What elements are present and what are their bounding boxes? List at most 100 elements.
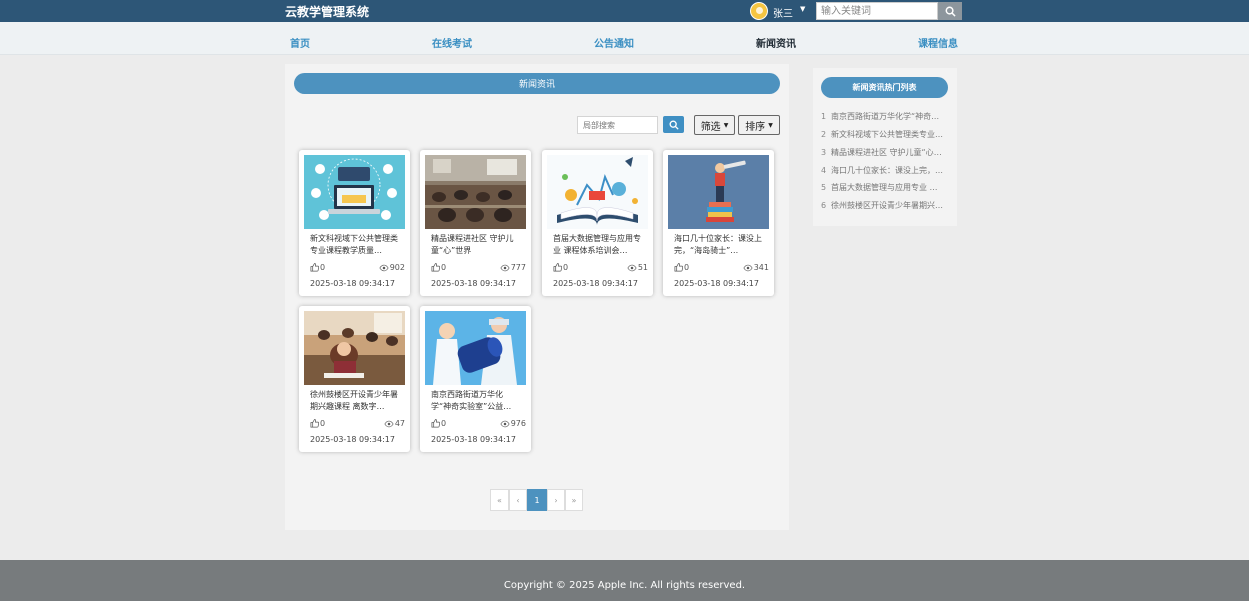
view-count-value: 902 (389, 263, 405, 272)
main-nav: 首页 在线考试 公告通知 新闻资讯 课程信息 (0, 22, 1249, 55)
news-card-image[interactable] (304, 155, 405, 229)
news-card[interactable]: 首届大数据管理与应用专业 课程体系培训会… 0 51 2025-03-18 09… (542, 150, 653, 296)
search-icon (669, 120, 679, 130)
view-count: 51 (627, 263, 648, 272)
view-count-value: 976 (510, 419, 526, 428)
news-card-title[interactable]: 新文科视域下公共管理类专业课程教学质量… (310, 233, 402, 257)
news-card-date: 2025-03-18 09:34:17 (431, 279, 516, 288)
chevron-down-icon: ▼ (768, 121, 773, 129)
news-card-image[interactable] (425, 311, 526, 385)
eye-icon (743, 264, 753, 271)
global-search-button[interactable] (938, 2, 962, 20)
news-card[interactable]: 精品课程进社区 守护儿童“心”世界 0 777 2025-03-18 09:34… (420, 150, 531, 296)
top-bar: 云教学管理系统 张三 ▼ (0, 0, 1249, 22)
like-count-value: 0 (320, 419, 326, 428)
news-card[interactable]: 南京西路街道万华化学“神奇实验室”公益… 0 976 2025-03-18 09… (420, 306, 531, 452)
hot-news-rank: 1 (821, 112, 827, 121)
sort-label: 排序 (745, 121, 766, 133)
news-card-title[interactable]: 首届大数据管理与应用专业 课程体系培训会… (553, 233, 645, 257)
eye-icon (627, 264, 637, 271)
hot-news-rank: 2 (821, 130, 827, 139)
chevron-down-icon: ▼ (723, 121, 729, 129)
thumbs-up-icon (431, 263, 440, 272)
hot-news-rank: 5 (821, 183, 827, 192)
nav-item-courses[interactable]: 课程信息 (918, 35, 958, 50)
hot-news-text: 精品课程进社区 守护儿童“心”世界 (831, 148, 945, 157)
hot-news-panel: 新闻资讯热门列表 1 南京西路街道万华化学“神奇实验室”公益… 2 新文科视域下公共… (813, 68, 957, 226)
hot-news-item[interactable]: 1 南京西路街道万华化学“神奇实验室”公益… (821, 111, 945, 122)
hot-news-text: 新文科视域下公共管理类专业课程教学质量… (831, 130, 945, 139)
like-count[interactable]: 0 (553, 263, 568, 272)
hot-news-rank: 4 (821, 166, 827, 175)
like-count[interactable]: 0 (310, 263, 325, 272)
section-title: 新闻资讯 (294, 73, 780, 94)
hot-news-item[interactable]: 3 精品课程进社区 守护儿童“心”世界 (821, 147, 945, 158)
view-count: 341 (743, 263, 769, 272)
view-count-value: 341 (753, 263, 769, 272)
eye-icon (384, 420, 394, 427)
pagination-next[interactable]: › (547, 489, 565, 511)
thumbs-up-icon (310, 419, 319, 428)
news-card-image[interactable] (668, 155, 769, 229)
news-card-date: 2025-03-18 09:34:17 (431, 435, 516, 444)
hot-news-text: 海口几十位家长：课没上完，“海岛骑士”… (831, 166, 945, 175)
hot-news-text: 首届大数据管理与应用专业 课程体系培训会… (831, 183, 945, 192)
like-count[interactable]: 0 (674, 263, 689, 272)
news-card-title[interactable]: 徐州鼓楼区开设青少年暑期兴趣课程 离数字… (310, 389, 402, 413)
like-count-value: 0 (563, 263, 569, 272)
app-brand[interactable]: 云教学管理系统 (285, 3, 369, 20)
news-panel: 新闻资讯 筛选▼ 排序▼ 新文科视域下公共管理类专业课程教学质量… (285, 64, 789, 530)
username-label[interactable]: 张三 (773, 5, 793, 20)
global-search-input[interactable] (816, 2, 938, 20)
nav-item-news[interactable]: 新闻资讯 (756, 35, 796, 50)
news-card-title[interactable]: 南京西路街道万华化学“神奇实验室”公益… (431, 389, 523, 413)
sort-dropdown[interactable]: 排序 ▼ (738, 115, 780, 135)
pagination-page-1[interactable]: 1 (527, 489, 547, 511)
nav-item-online-exam[interactable]: 在线考试 (432, 35, 472, 50)
like-count-value: 0 (320, 263, 326, 272)
like-count-value: 0 (441, 263, 447, 272)
thumbs-up-icon (431, 419, 440, 428)
thumbs-up-icon (674, 263, 683, 272)
news-card-image[interactable] (425, 155, 526, 229)
hot-news-rank: 6 (821, 201, 827, 210)
news-card-image[interactable] (547, 155, 648, 229)
copyright-text: Copyright © 2025 Apple Inc. All rights r… (503, 580, 746, 591)
view-count: 902 (379, 263, 405, 272)
local-search-button[interactable] (663, 116, 684, 133)
like-count[interactable]: 0 (431, 263, 446, 272)
search-icon (945, 6, 956, 17)
hot-news-item[interactable]: 5 首届大数据管理与应用专业 课程体系培训会… (821, 182, 945, 193)
pagination-first[interactable]: « (490, 489, 509, 511)
news-card[interactable]: 海口几十位家长：课没上完，“海岛骑士”… 0 341 2025-03-18 09… (663, 150, 774, 296)
view-count-value: 51 (637, 263, 648, 272)
nav-item-home[interactable]: 首页 (290, 35, 310, 50)
local-search-input[interactable] (577, 116, 658, 134)
news-card-image[interactable] (304, 311, 405, 385)
view-count-value: 777 (510, 263, 526, 272)
eye-icon (500, 264, 510, 271)
pagination-prev[interactable]: ‹ (509, 489, 527, 511)
hot-news-item[interactable]: 4 海口几十位家长：课没上完，“海岛骑士”… (821, 165, 945, 176)
news-card[interactable]: 新文科视域下公共管理类专业课程教学质量… 0 902 2025-03-18 09… (299, 150, 410, 296)
hot-news-item[interactable]: 6 徐州鼓楼区开设青少年暑期兴趣课程 离数字… (821, 200, 945, 211)
filter-label: 筛选 (700, 121, 721, 133)
user-avatar[interactable] (750, 2, 768, 20)
news-card-title[interactable]: 海口几十位家长：课没上完，“海岛骑士”… (674, 233, 766, 257)
news-card-date: 2025-03-18 09:34:17 (310, 279, 395, 288)
like-count-value: 0 (684, 263, 690, 272)
news-card-date: 2025-03-18 09:34:17 (553, 279, 638, 288)
thumbs-up-icon (553, 263, 562, 272)
filter-dropdown[interactable]: 筛选 ▼ (694, 115, 735, 135)
view-count: 777 (500, 263, 526, 272)
like-count[interactable]: 0 (431, 419, 446, 428)
news-card[interactable]: 徐州鼓楼区开设青少年暑期兴趣课程 离数字… 0 47 2025-03-18 09… (299, 306, 410, 452)
user-menu-caret-icon[interactable]: ▼ (800, 5, 805, 13)
hot-news-text: 徐州鼓楼区开设青少年暑期兴趣课程 离数字… (831, 201, 945, 210)
hot-news-item[interactable]: 2 新文科视域下公共管理类专业课程教学质量… (821, 129, 945, 140)
nav-item-announcements[interactable]: 公告通知 (594, 35, 634, 50)
like-count[interactable]: 0 (310, 419, 325, 428)
pagination-last[interactable]: » (565, 489, 583, 511)
eye-icon (379, 264, 389, 271)
news-card-title[interactable]: 精品课程进社区 守护儿童“心”世界 (431, 233, 523, 257)
